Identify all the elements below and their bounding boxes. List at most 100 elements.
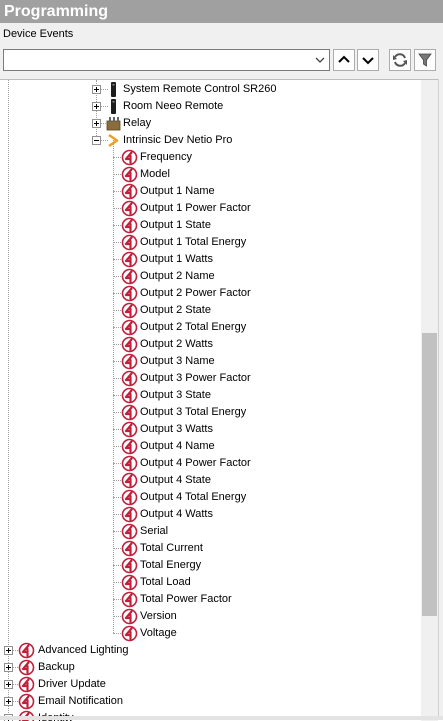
event-item[interactable]: Total Energy: [0, 557, 420, 574]
panel-title-bar: Programming: [0, 0, 443, 23]
event-icon: [121, 557, 138, 574]
event-item[interactable]: Output 4 Power Factor: [0, 455, 420, 472]
tree-item-label: Intrinsic Dev Netio Pro: [123, 132, 232, 149]
collapse-icon[interactable]: [92, 136, 101, 145]
event-item[interactable]: Total Power Factor: [0, 591, 420, 608]
event-item[interactable]: Model: [0, 166, 420, 183]
device-node[interactable]: Intrinsic Dev Netio Pro: [0, 132, 420, 149]
tree-item-label: Output 2 Power Factor: [140, 285, 251, 302]
remote-icon: [105, 81, 122, 98]
event-item[interactable]: Frequency: [0, 149, 420, 166]
tree-item-label: Email Notification: [38, 693, 123, 710]
event-icon: [18, 642, 35, 659]
tree-item-label: Output 3 Power Factor: [140, 370, 251, 387]
event-item[interactable]: Output 2 Watts: [0, 336, 420, 353]
event-item[interactable]: Voltage: [0, 625, 420, 642]
panel-title: Programming: [0, 3, 108, 20]
event-item[interactable]: Serial: [0, 523, 420, 540]
expand-icon[interactable]: [4, 680, 13, 689]
event-item[interactable]: Output 3 Total Energy: [0, 404, 420, 421]
event-icon: [121, 234, 138, 251]
expand-icon[interactable]: [92, 102, 101, 111]
event-item[interactable]: Version: [0, 608, 420, 625]
device-node[interactable]: Room Neeo Remote: [0, 98, 420, 115]
tree-item-label: Output 2 Name: [140, 268, 215, 285]
refresh-icon: [392, 52, 408, 68]
device-node[interactable]: System Remote Control SR260: [0, 81, 420, 98]
event-item[interactable]: Output 1 State: [0, 217, 420, 234]
relay-icon: [105, 115, 122, 132]
tree-item-label: Model: [140, 166, 170, 183]
tree-item-label: Voltage: [140, 625, 177, 642]
tree-item-label: Output 2 State: [140, 302, 211, 319]
event-item[interactable]: Total Current: [0, 540, 420, 557]
tree-item-label: Output 1 Total Energy: [140, 234, 246, 251]
event-item[interactable]: Output 4 State: [0, 472, 420, 489]
device-node[interactable]: Relay: [0, 115, 420, 132]
scrollbar-thumb[interactable]: [422, 333, 437, 616]
tree-item-label: Backup: [38, 659, 75, 676]
chevron-down-icon[interactable]: [314, 53, 326, 67]
event-icon: [121, 540, 138, 557]
category-node[interactable]: Advanced Lighting: [0, 642, 420, 659]
event-icon: [121, 319, 138, 336]
expand-icon[interactable]: [4, 663, 13, 672]
event-item[interactable]: Output 1 Power Factor: [0, 200, 420, 217]
event-tree[interactable]: System Remote Control SR260Room Neeo Rem…: [0, 80, 421, 721]
tree-item-label: Output 2 Watts: [140, 336, 213, 353]
event-tree-pane: System Remote Control SR260Room Neeo Rem…: [0, 79, 443, 721]
event-icon: [121, 574, 138, 591]
event-item[interactable]: Output 2 Power Factor: [0, 285, 420, 302]
tree-item-label: Output 4 Total Energy: [140, 489, 246, 506]
event-item[interactable]: Output 3 Name: [0, 353, 420, 370]
event-icon: [121, 472, 138, 489]
event-icon: [121, 166, 138, 183]
event-icon: [121, 149, 138, 166]
section-header: Device Events: [0, 23, 443, 46]
event-item[interactable]: Total Load: [0, 574, 420, 591]
event-icon: [121, 625, 138, 642]
event-item[interactable]: Output 1 Total Energy: [0, 234, 420, 251]
event-search-combo[interactable]: [3, 49, 330, 71]
tree-item-label: Serial: [140, 523, 168, 540]
expand-icon[interactable]: [4, 646, 13, 655]
event-item[interactable]: Output 3 State: [0, 387, 420, 404]
tree-item-label: Output 3 Name: [140, 353, 215, 370]
event-icon: [121, 591, 138, 608]
tree-item-label: Advanced Lighting: [38, 642, 129, 659]
event-item[interactable]: Output 4 Name: [0, 438, 420, 455]
tree-item-label: Output 3 Total Energy: [140, 404, 246, 421]
tree-item-label: Output 4 State: [140, 472, 211, 489]
expand-icon[interactable]: [92, 119, 101, 128]
event-icon: [121, 608, 138, 625]
event-item[interactable]: Output 3 Watts: [0, 421, 420, 438]
chevron-down-icon: [360, 52, 376, 68]
previous-button[interactable]: [333, 49, 355, 71]
expand-icon[interactable]: [92, 85, 101, 94]
event-item[interactable]: Output 1 Watts: [0, 251, 420, 268]
filter-button[interactable]: [414, 49, 436, 71]
tree-item-label: Output 3 Watts: [140, 421, 213, 438]
event-item[interactable]: Output 2 Name: [0, 268, 420, 285]
event-item[interactable]: Output 4 Watts: [0, 506, 420, 523]
tree-item-label: Output 3 State: [140, 387, 211, 404]
event-item[interactable]: Output 4 Total Energy: [0, 489, 420, 506]
event-item[interactable]: Output 3 Power Factor: [0, 370, 420, 387]
next-button[interactable]: [357, 49, 379, 71]
event-item[interactable]: Output 1 Name: [0, 183, 420, 200]
event-item[interactable]: Output 2 Total Energy: [0, 319, 420, 336]
event-item[interactable]: Output 2 State: [0, 302, 420, 319]
event-icon: [121, 455, 138, 472]
event-icon: [121, 404, 138, 421]
event-icon: [121, 421, 138, 438]
tree-item-label: Driver Update: [38, 676, 106, 693]
tree-item-label: Total Energy: [140, 557, 201, 574]
tree-item-label: Output 4 Watts: [140, 506, 213, 523]
expand-icon[interactable]: [4, 697, 13, 706]
event-icon: [121, 302, 138, 319]
category-node[interactable]: Backup: [0, 659, 420, 676]
refresh-button[interactable]: [389, 49, 411, 71]
vertical-scrollbar[interactable]: [421, 80, 438, 721]
category-node[interactable]: Email Notification: [0, 693, 420, 710]
category-node[interactable]: Driver Update: [0, 676, 420, 693]
